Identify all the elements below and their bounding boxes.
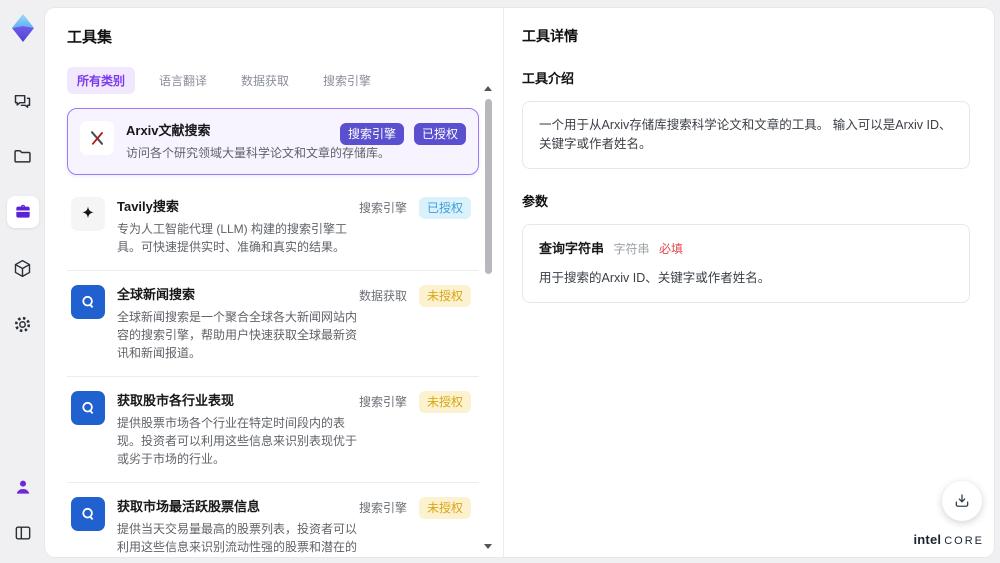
tool-card-arxiv[interactable]: Arxiv文献搜索 访问各个研究领域大量科学论文和文章的存储库。 搜索引擎 已授…: [67, 108, 479, 175]
parameter-type: 字符串: [613, 242, 650, 256]
sidebar-item-toolbox[interactable]: [6, 196, 39, 228]
tool-description: 专为人工智能代理 (LLM) 构建的搜索引擎工具。可快速提供实时、准确和真实的结…: [117, 222, 348, 254]
category-badge: 搜索引擎: [358, 395, 407, 409]
tool-intro-box: 一个用于从Arxiv存储库搜索科学论文和文章的工具。 输入可以是Arxiv ID…: [522, 101, 970, 169]
tool-card-most-active-stocks[interactable]: 获取市场最活跃股票信息 提供当天交易量最高的股票列表，投资者可以利用这些信息来识…: [67, 483, 479, 557]
auth-status-badge: 未授权: [418, 497, 471, 519]
download-icon: [953, 492, 971, 510]
tool-title: Tavily搜索: [117, 199, 179, 214]
card-tags: 搜索引擎 已授权: [339, 123, 466, 145]
tab-language-translation[interactable]: 语言翻译: [149, 67, 217, 94]
brand-core: CORE: [944, 535, 984, 547]
tool-description: 全球新闻搜索是一个聚合全球各大新闻网站内容的搜索引擎，帮助用户快速获取全球最新资…: [117, 310, 358, 360]
star-icon: [71, 197, 105, 231]
card-body: 获取股市各行业表现 提供股票市场各个行业在特定时间段内的表现。投资者可以利用这些…: [117, 391, 367, 468]
blue-app-icon: [71, 497, 105, 531]
category-badge: 搜索引擎: [358, 501, 407, 515]
sidebar-item-models[interactable]: [7, 252, 39, 284]
page-title: 工具集: [67, 29, 113, 46]
category-tabs: 所有类别 语言翻译 数据获取 搜索引擎: [67, 67, 479, 94]
sidebar-item-user[interactable]: [7, 471, 39, 503]
sidebar-item-chat[interactable]: [7, 84, 39, 116]
params-heading: 参数: [522, 194, 549, 209]
card-tags: 数据获取 未授权: [357, 285, 471, 307]
tool-title: 获取股市各行业表现: [117, 393, 235, 408]
card-body: Tavily搜索 专为人工智能代理 (LLM) 构建的搜索引擎工具。可快速提供实…: [117, 197, 367, 256]
auth-status-badge: 已授权: [418, 197, 471, 219]
download-button[interactable]: [942, 481, 982, 521]
left-rail: [0, 0, 45, 563]
parameter-header: 查询字符串 字符串 必填: [539, 239, 953, 259]
tool-card-tavily[interactable]: Tavily搜索 专为人工智能代理 (LLM) 构建的搜索引擎工具。可快速提供实…: [67, 183, 479, 271]
tool-title: 获取市场最活跃股票信息: [117, 499, 261, 514]
panel-collapse-icon: [13, 523, 33, 543]
chat-icon: [12, 90, 33, 111]
auth-status-badge: 未授权: [418, 285, 471, 307]
folder-icon: [12, 146, 33, 167]
scroll-down-icon[interactable]: [484, 544, 492, 549]
blue-app-icon: [71, 391, 105, 425]
gear-icon: [12, 314, 33, 335]
intro-heading: 工具介绍: [522, 71, 575, 86]
rail-bottom: [7, 471, 39, 549]
sidebar-item-settings[interactable]: [7, 308, 39, 340]
auth-status-badge: 未授权: [418, 391, 471, 413]
card-tags: 搜索引擎 未授权: [357, 391, 471, 413]
auth-status-badge: 已授权: [413, 123, 466, 145]
app-logo-icon[interactable]: [7, 12, 39, 44]
card-body: 获取市场最活跃股票信息 提供当天交易量最高的股票列表，投资者可以利用这些信息来识…: [117, 497, 367, 557]
parameter-box: 查询字符串 字符串 必填 用于搜索的Arxiv ID、关键字或作者姓名。: [522, 224, 970, 303]
list-scrollbar[interactable]: [483, 86, 493, 549]
tab-search-engine[interactable]: 搜索引擎: [313, 67, 381, 94]
tool-description: 提供当天交易量最高的股票列表，投资者可以利用这些信息来识别流动性强的股票和潜在的…: [117, 522, 358, 554]
main-content: 工具集 所有类别 语言翻译 数据获取 搜索引擎 Arxiv文献搜索 访问各个研究…: [45, 8, 994, 557]
required-badge: 必填: [659, 242, 684, 256]
tool-card-list: Arxiv文献搜索 访问各个研究领域大量科学论文和文章的存储库。 搜索引擎 已授…: [67, 108, 479, 557]
tool-description: 访问各个研究领域大量科学论文和文章的存储库。: [126, 146, 391, 160]
parameter-description: 用于搜索的Arxiv ID、关键字或作者姓名。: [539, 271, 771, 285]
card-tags: 搜索引擎 已授权: [357, 197, 471, 219]
category-badge: 搜索引擎: [339, 123, 404, 145]
brand-intel: intel: [913, 532, 942, 547]
briefcase-icon: [13, 202, 33, 222]
tool-title: 全球新闻搜索: [117, 287, 196, 302]
intel-core-logo: intel CORE: [913, 531, 984, 549]
tab-data-fetch[interactable]: 数据获取: [231, 67, 299, 94]
tool-details-panel: 工具详情 工具介绍 一个用于从Arxiv存储库搜索科学论文和文章的工具。 输入可…: [503, 8, 994, 557]
tool-card-global-news[interactable]: 全球新闻搜索 全球新闻搜索是一个聚合全球各大新闻网站内容的搜索引擎，帮助用户快速…: [67, 271, 479, 377]
tool-card-sector-performance[interactable]: 获取股市各行业表现 提供股票市场各个行业在特定时间段内的表现。投资者可以利用这些…: [67, 377, 479, 483]
blue-app-icon: [71, 285, 105, 319]
sidebar-item-collapse[interactable]: [7, 517, 39, 549]
tool-description: 提供股票市场各个行业在特定时间段内的表现。投资者可以利用这些信息来识别表现优于或…: [117, 416, 358, 466]
user-icon: [13, 477, 33, 497]
arxiv-icon: [80, 121, 114, 155]
sidebar-item-files[interactable]: [7, 140, 39, 172]
scrollbar-thumb[interactable]: [484, 99, 492, 274]
category-badge: 搜索引擎: [358, 201, 407, 215]
scroll-up-icon[interactable]: [484, 86, 492, 91]
tab-all-categories[interactable]: 所有类别: [67, 67, 136, 94]
details-title: 工具详情: [522, 28, 578, 44]
tool-intro-text: 一个用于从Arxiv存储库搜索科学论文和文章的工具。 输入可以是Arxiv ID…: [539, 118, 952, 151]
card-tags: 搜索引擎 未授权: [357, 497, 471, 519]
rail-nav: [6, 84, 39, 340]
cube-icon: [12, 258, 33, 279]
tools-list-panel: 工具集 所有类别 语言翻译 数据获取 搜索引擎 Arxiv文献搜索 访问各个研究…: [45, 8, 503, 557]
category-badge: 数据获取: [358, 289, 407, 303]
card-body: 全球新闻搜索 全球新闻搜索是一个聚合全球各大新闻网站内容的搜索引擎，帮助用户快速…: [117, 285, 367, 362]
parameter-name: 查询字符串: [539, 241, 605, 256]
